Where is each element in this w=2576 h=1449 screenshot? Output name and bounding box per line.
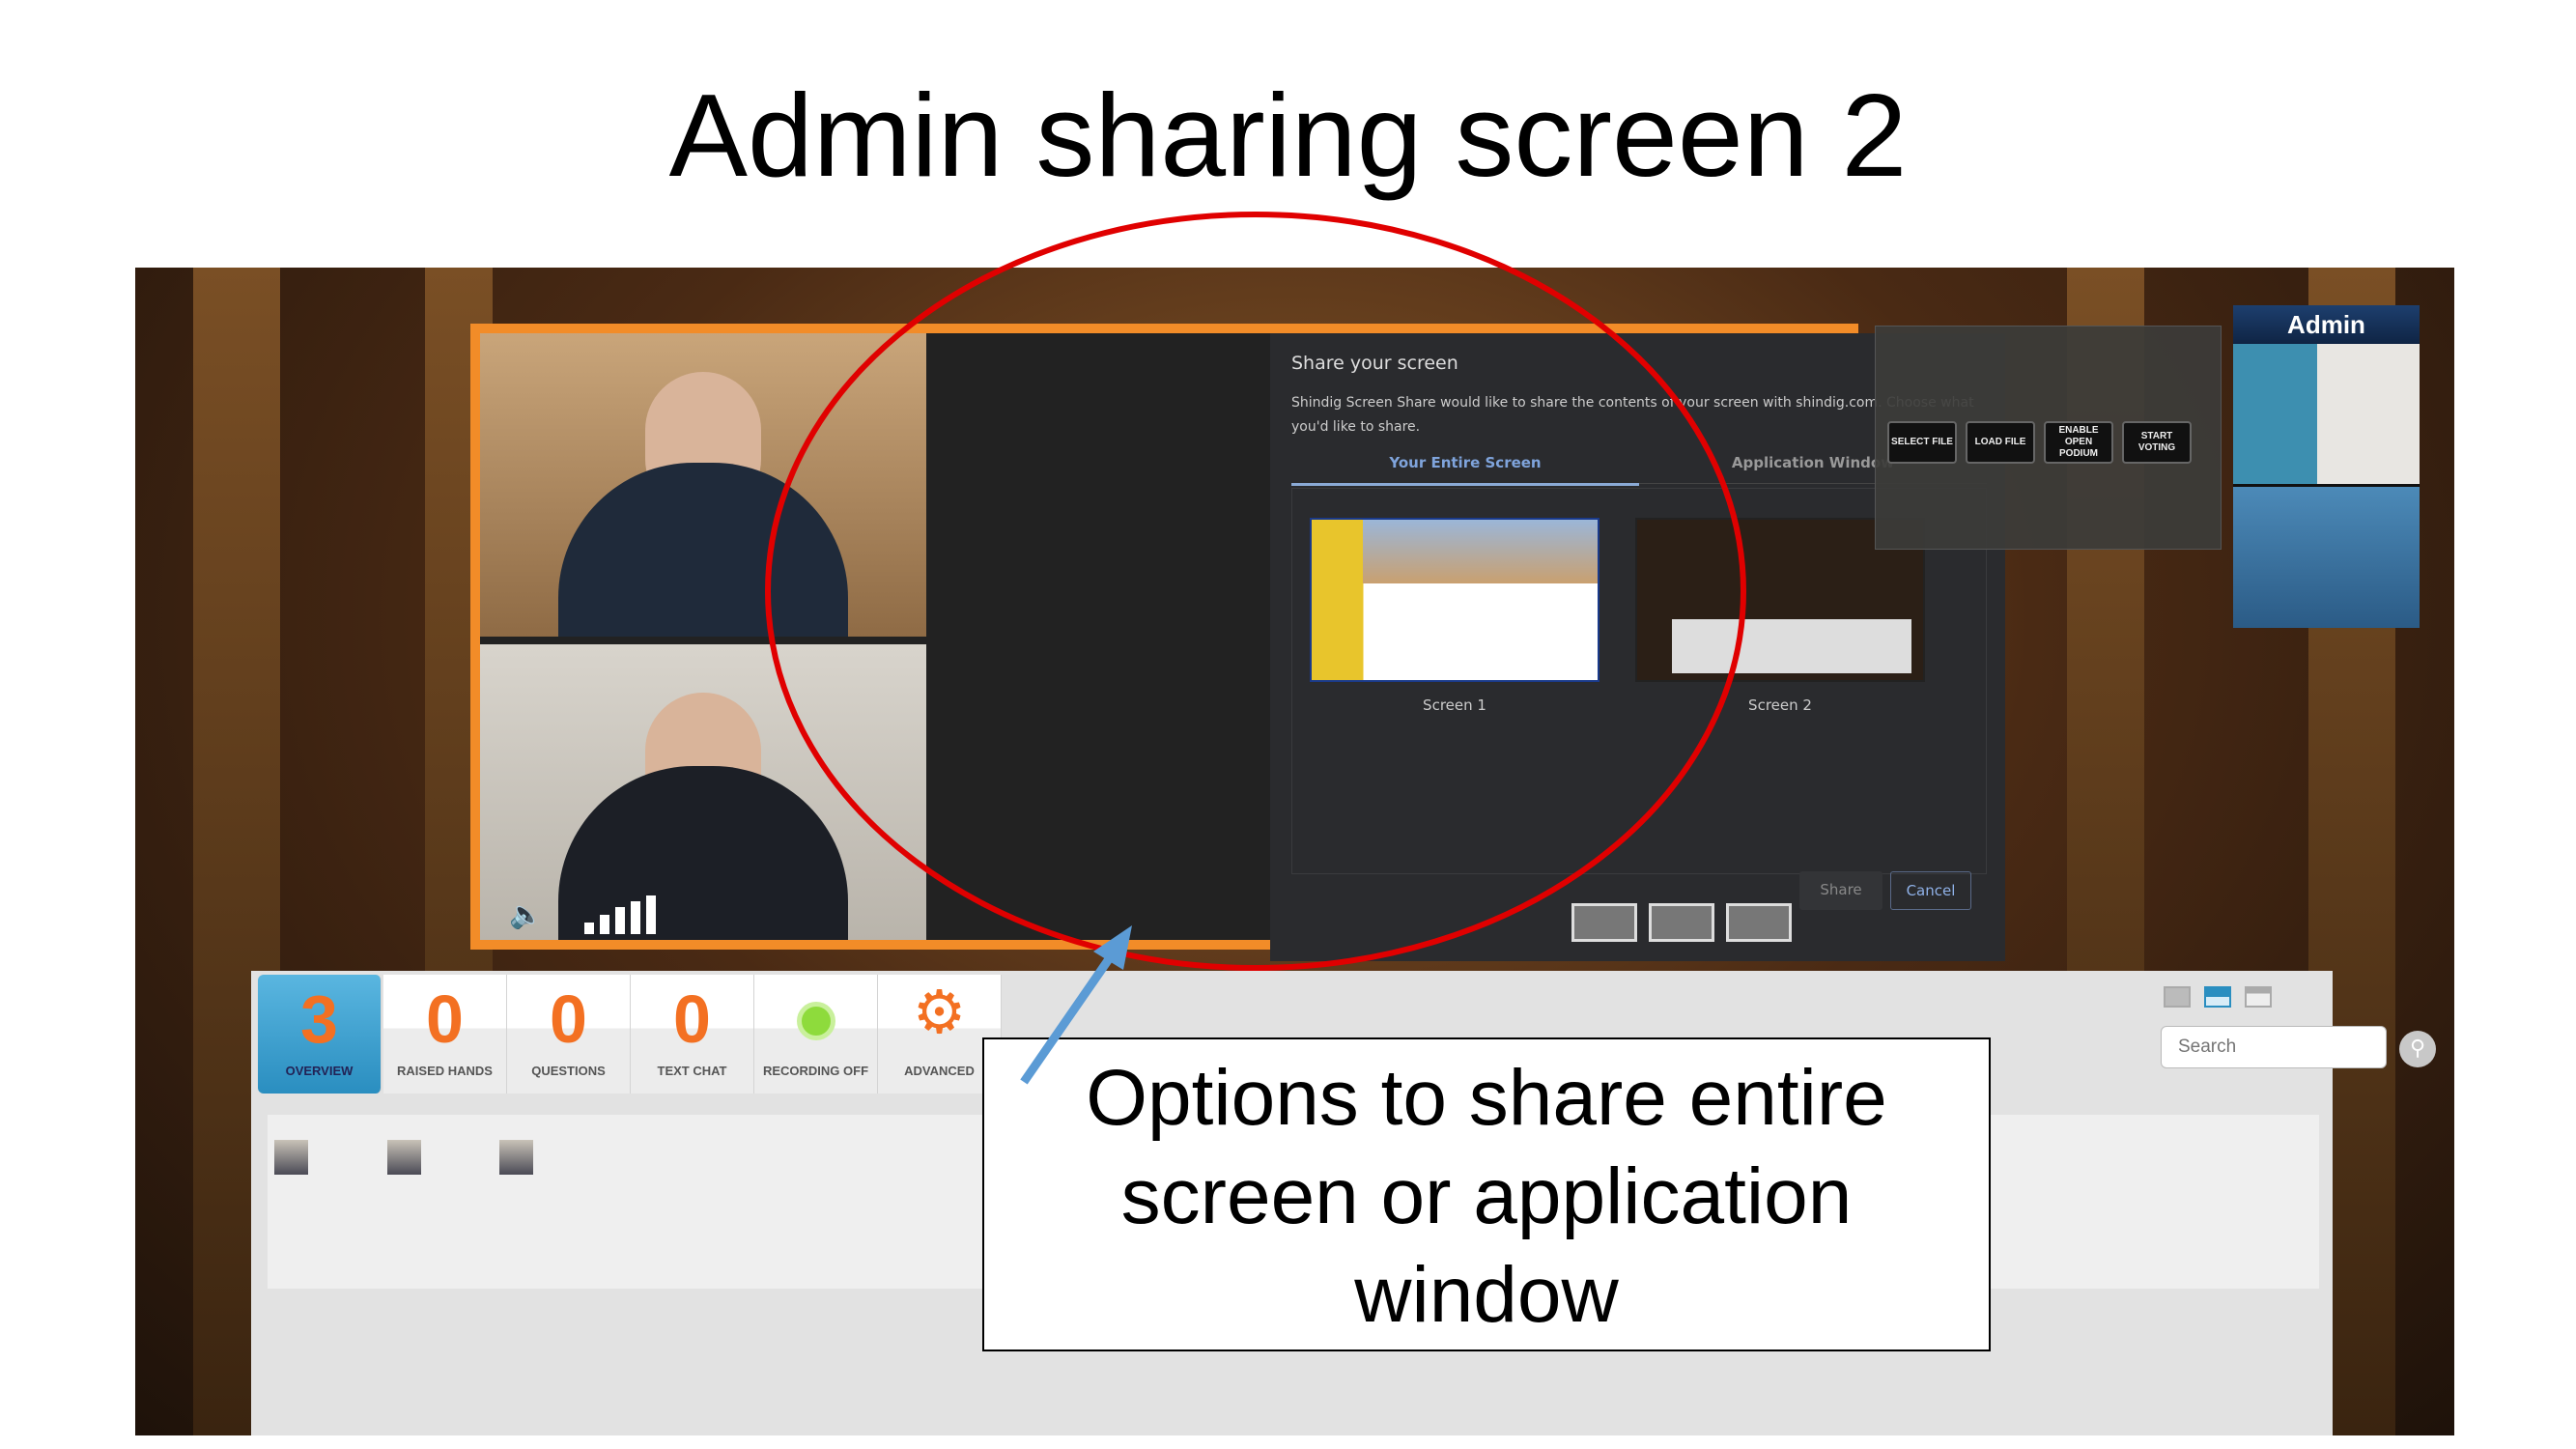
annotation-overlay — [765, 212, 1746, 1085]
annotation-arrow — [1020, 953, 1115, 1085]
annotation-ellipse — [765, 212, 1746, 971]
annotation-arrowhead — [1093, 925, 1132, 970]
